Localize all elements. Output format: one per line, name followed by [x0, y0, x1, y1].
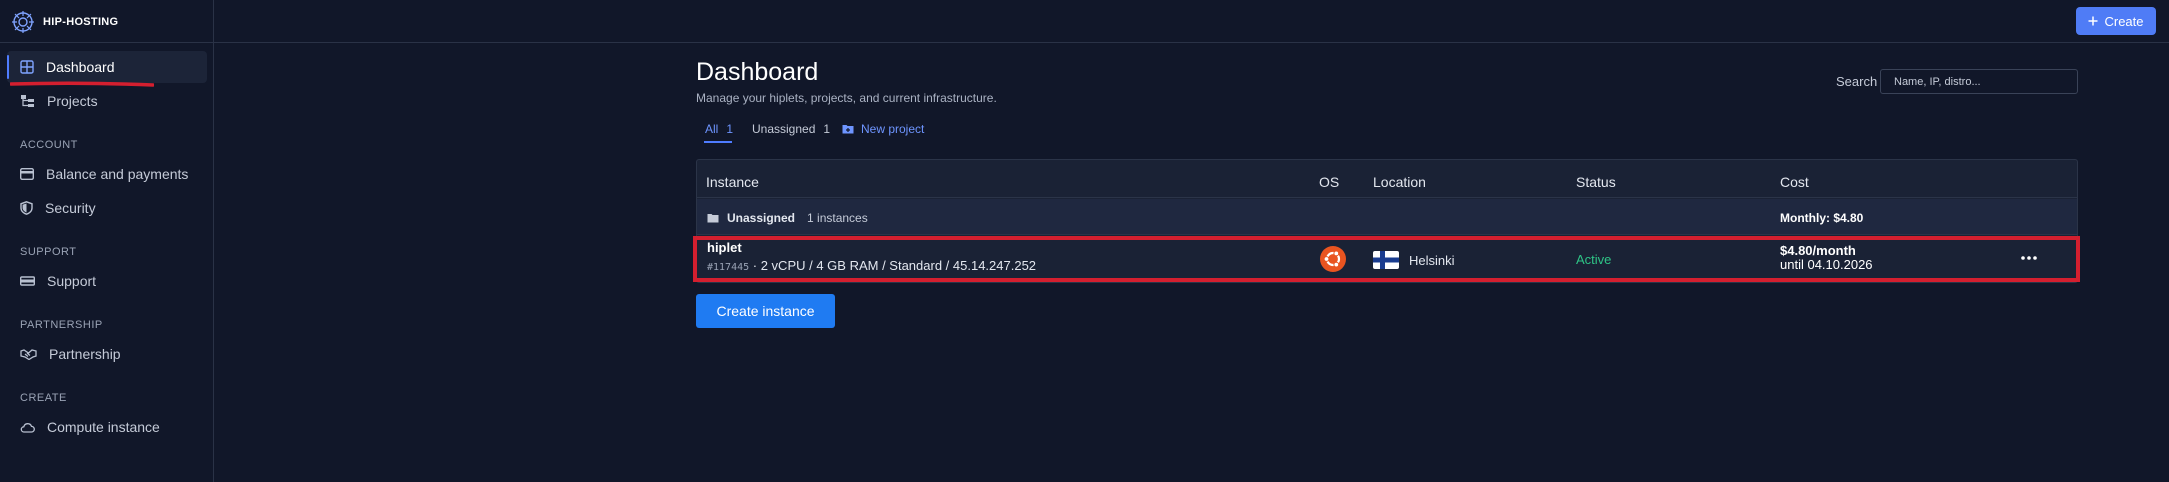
- column-header-os: OS: [1319, 174, 1340, 190]
- tab-label: All: [705, 122, 719, 136]
- new-project-link[interactable]: New project: [842, 122, 924, 136]
- sidebar-item-label: Projects: [47, 93, 98, 109]
- section-label-create: CREATE: [20, 392, 67, 404]
- tab-active-indicator: [704, 141, 732, 143]
- sidebar-item-dashboard[interactable]: Dashboard: [7, 51, 207, 83]
- sidebar-item-label: Balance and payments: [46, 166, 189, 182]
- shield-icon: [20, 201, 33, 215]
- sidebar-item-security[interactable]: Security: [7, 192, 207, 224]
- logo[interactable]: HIP-HOSTING: [11, 10, 118, 34]
- handshake-icon: [20, 349, 37, 360]
- group-name: Unassigned 1 instances: [707, 211, 868, 225]
- instance-id: #117445: [707, 262, 750, 273]
- plus-icon: [2088, 16, 2098, 26]
- sidebar-item-compute-instance[interactable]: Compute instance: [7, 411, 207, 443]
- column-header-status: Status: [1576, 174, 1616, 190]
- ubuntu-icon: [1320, 246, 1346, 272]
- section-label-support: SUPPORT: [20, 246, 77, 258]
- support-icon: [20, 276, 35, 286]
- sidebar-item-label: Support: [47, 273, 97, 289]
- tree-icon: [21, 95, 34, 107]
- group-label: Unassigned: [727, 211, 796, 225]
- sidebar-item-label: Security: [45, 200, 96, 216]
- instance-specs: · 2 vCPU / 4 GB RAM / Standard / 45.14.2…: [749, 258, 1037, 273]
- folder-plus-icon: [842, 125, 854, 134]
- sidebar-item-balance[interactable]: Balance and payments: [7, 158, 207, 190]
- group-row-unassigned[interactable]: Unassigned 1 instances Monthly: $4.80: [697, 199, 2077, 235]
- topbar: Create: [214, 0, 2169, 43]
- tab-unassigned[interactable]: Unassigned 1: [752, 122, 830, 136]
- location-label: Helsinki: [1409, 252, 1455, 268]
- search-label: Search: [1836, 74, 1878, 89]
- table-row[interactable]: hiplet #117445 · 2 vCPU / 4 GB RAM / Sta…: [697, 236, 2077, 283]
- tab-count: 1: [726, 122, 734, 136]
- sidebar-item-partnership[interactable]: Partnership: [7, 338, 207, 370]
- instance-until: until 04.10.2026: [1780, 257, 1873, 272]
- sidebar-item-label: Dashboard: [46, 59, 115, 75]
- sidebar-divider: [0, 42, 214, 43]
- sidebar-item-label: Partnership: [49, 346, 121, 362]
- cloud-icon: [20, 422, 35, 433]
- section-label-partnership: PARTNERSHIP: [20, 319, 103, 331]
- tab-all[interactable]: All 1: [705, 122, 733, 136]
- sidebar: HIP-HOSTING Dashboard Projects ACCOUNT B…: [0, 0, 214, 482]
- group-count: 1 instances: [807, 211, 868, 225]
- instance-price: $4.80/month: [1780, 243, 1856, 258]
- more-horizontal-icon: [2021, 256, 2037, 260]
- instance-cost: $4.80/month until 04.10.2026: [1780, 244, 1873, 272]
- table-header: Instance OS Location Status Cost: [697, 160, 2077, 198]
- search-input[interactable]: [1880, 69, 2078, 94]
- sidebar-item-label: Compute instance: [47, 419, 160, 435]
- logo-icon: [12, 11, 34, 33]
- status-badge: Active: [1576, 252, 1612, 267]
- grid-icon: [20, 60, 34, 74]
- folder-icon: [707, 214, 719, 223]
- finland-flag-icon: [1373, 251, 1399, 269]
- page-subtitle: Manage your hiplets, projects, and curre…: [696, 91, 997, 105]
- column-header-location: Location: [1373, 174, 1426, 190]
- new-project-label: New project: [861, 122, 925, 136]
- sidebar-item-projects[interactable]: Projects: [7, 85, 207, 117]
- section-label-account: ACCOUNT: [20, 139, 78, 151]
- page-title: Dashboard: [696, 58, 819, 86]
- tab-label: Unassigned: [752, 122, 816, 136]
- tab-count: 1: [823, 122, 831, 136]
- instance-location: Helsinki: [1373, 251, 1455, 269]
- column-header-cost: Cost: [1780, 174, 1809, 190]
- create-button[interactable]: Create: [2076, 7, 2156, 35]
- sidebar-item-support[interactable]: Support: [7, 265, 207, 297]
- column-header-instance: Instance: [706, 174, 759, 190]
- group-monthly-cost: Monthly: $4.80: [1780, 211, 1864, 225]
- logo-text: HIP-HOSTING: [43, 16, 119, 28]
- create-button-label: Create: [2104, 13, 2144, 29]
- instances-table: Instance OS Location Status Cost Unassig…: [696, 159, 2078, 283]
- instance-details: #117445 · 2 vCPU / 4 GB RAM / Standard /…: [707, 258, 1036, 273]
- instance-name[interactable]: hiplet: [707, 240, 742, 255]
- create-instance-button[interactable]: Create instance: [696, 294, 835, 328]
- wallet-icon: [20, 168, 34, 180]
- more-options-button[interactable]: [2017, 248, 2041, 268]
